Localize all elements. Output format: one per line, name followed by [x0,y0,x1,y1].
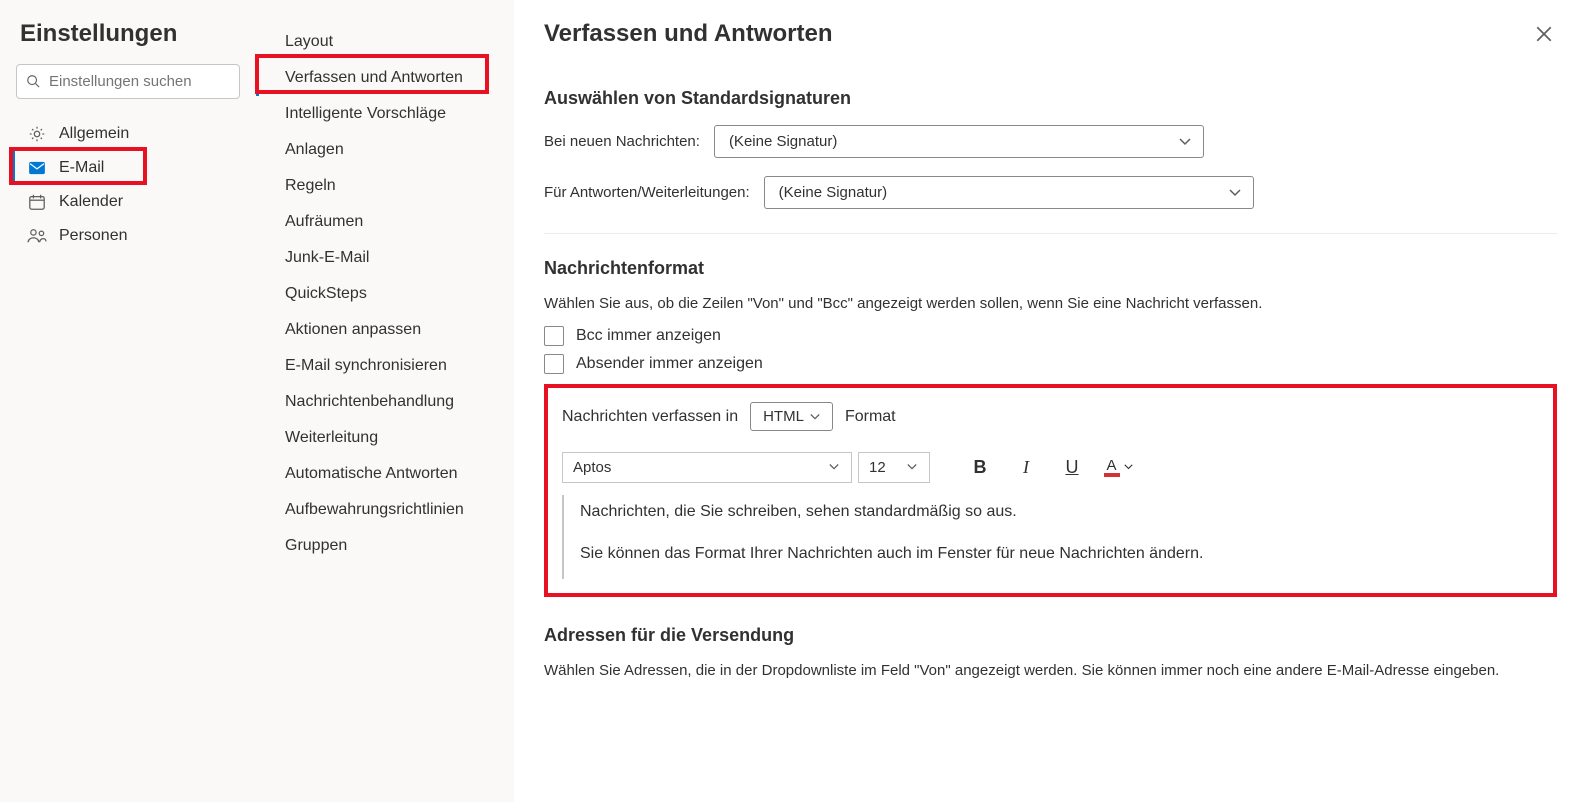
calendar-icon [27,193,47,211]
subnav-item-aufraeumen[interactable]: Aufräumen [256,204,514,240]
signature-new-label: Bei neuen Nachrichten: [544,133,700,150]
subnav-item-junk[interactable]: Junk-E-Mail [256,240,514,276]
font-color-button[interactable]: A [1098,451,1138,483]
subnav-item-weiterleitung[interactable]: Weiterleitung [256,420,514,456]
subnav-item-regeln[interactable]: Regeln [256,168,514,204]
compose-format-row: Nachrichten verfassen in HTML Format [562,402,1539,431]
mail-icon [27,161,47,175]
compose-format-select[interactable]: HTML [750,402,833,431]
gear-icon [27,125,47,143]
format-description: Wählen Sie aus, ob die Zeilen "Von" und … [544,295,1557,312]
subnav-item-verfassen[interactable]: Verfassen und Antworten [256,60,514,96]
nav-item-label: Personen [59,227,128,245]
bcc-checkbox-label: Bcc immer anzeigen [576,327,721,345]
chevron-down-icon [1229,189,1241,197]
subnav-item-aktionen[interactable]: Aktionen anpassen [256,312,514,348]
chevron-down-icon [1124,464,1133,470]
subnav-item-sync[interactable]: E-Mail synchronisieren [256,348,514,384]
select-value: 12 [869,459,886,476]
settings-mid-panel: Layout Verfassen und Antworten Intellige… [256,0,514,802]
font-toolbar: Aptos 12 B I U A [562,451,1539,483]
subnav-item-auto-antworten[interactable]: Automatische Antworten [256,456,514,492]
signature-reply-label: Für Antworten/Weiterleitungen: [544,184,750,201]
signature-new-select[interactable]: (Keine Signatur) [714,125,1204,158]
italic-button[interactable]: I [1006,451,1046,483]
people-icon [27,228,47,244]
chevron-down-icon [810,413,820,420]
message-preview: Nachrichten, die Sie schreiben, sehen st… [562,495,1539,579]
subnav-item-quicksteps[interactable]: QuickSteps [256,276,514,312]
font-name-select[interactable]: Aptos [562,452,852,483]
nav-item-allgemein[interactable]: Allgemein [12,117,244,151]
search-input[interactable] [16,64,240,99]
compose-suffix: Format [845,408,896,426]
preview-line-2: Sie können das Format Ihrer Nachrichten … [580,545,1523,563]
divider [544,233,1557,234]
chevron-down-icon [1179,138,1191,146]
sender-checkbox-label: Absender immer anzeigen [576,355,763,373]
chevron-down-icon [907,464,917,471]
nav-item-label: Kalender [59,193,123,211]
signature-new-row: Bei neuen Nachrichten: (Keine Signatur) [544,125,1557,158]
subnav-item-intelligente[interactable]: Intelligente Vorschläge [256,96,514,132]
bcc-checkbox[interactable] [544,326,564,346]
underline-icon: U [1066,457,1079,478]
sender-checkbox[interactable] [544,354,564,374]
chevron-down-icon [829,464,839,471]
compose-prefix: Nachrichten verfassen in [562,408,738,426]
select-value: HTML [763,408,804,425]
signature-reply-row: Für Antworten/Weiterleitungen: (Keine Si… [544,176,1557,209]
subnav-item-anlagen[interactable]: Anlagen [256,132,514,168]
nav-item-email[interactable]: E-Mail [12,151,244,185]
subnav-item-gruppen[interactable]: Gruppen [256,528,514,564]
bold-button[interactable]: B [960,451,1000,483]
format-section-title: Nachrichtenformat [544,258,1557,279]
search-icon [26,74,40,88]
address-section-title: Adressen für die Versendung [544,625,1557,646]
nav-item-personen[interactable]: Personen [12,219,244,253]
nav-item-kalender[interactable]: Kalender [12,185,244,219]
settings-title: Einstellungen [12,20,244,48]
signature-section-title: Auswählen von Standardsignaturen [544,88,1557,109]
close-button[interactable] [1531,21,1557,47]
address-description: Wählen Sie Adressen, die in der Dropdown… [544,662,1557,679]
sender-checkbox-row: Absender immer anzeigen [544,354,1557,374]
bold-icon: B [974,457,987,478]
underline-button[interactable]: U [1052,451,1092,483]
subnav-item-layout[interactable]: Layout [256,24,514,60]
page-title: Verfassen und Antworten [544,20,833,48]
italic-icon: I [1023,457,1029,478]
subnav-item-aufbewahrung[interactable]: Aufbewahrungsrichtlinien [256,492,514,528]
select-value: (Keine Signatur) [729,133,837,150]
preview-line-1: Nachrichten, die Sie schreiben, sehen st… [580,503,1523,521]
select-value: Aptos [573,459,611,476]
highlighted-format-area: Nachrichten verfassen in HTML Format Apt… [544,384,1557,597]
main-header: Verfassen und Antworten [544,20,1557,48]
font-size-select[interactable]: 12 [858,452,930,483]
search-wrapper [12,64,244,99]
settings-left-panel: Einstellungen Allgemein E-Mail Kalender … [0,0,256,802]
font-color-icon: A [1104,458,1120,477]
subnav-item-label: Verfassen und Antworten [285,69,463,86]
nav-item-label: Allgemein [59,125,129,143]
subnav-item-behandlung[interactable]: Nachrichtenbehandlung [256,384,514,420]
main-panel: Verfassen und Antworten Auswählen von St… [514,0,1587,802]
select-value: (Keine Signatur) [779,184,887,201]
close-icon [1535,25,1553,43]
signature-reply-select[interactable]: (Keine Signatur) [764,176,1254,209]
nav-item-label: E-Mail [59,159,104,177]
bcc-checkbox-row: Bcc immer anzeigen [544,326,1557,346]
